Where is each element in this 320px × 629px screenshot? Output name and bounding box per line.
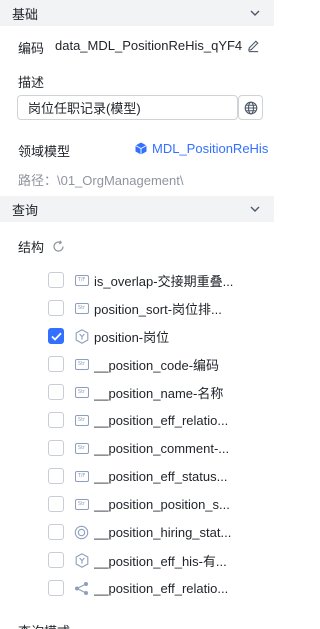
- refresh-icon[interactable]: [52, 240, 65, 253]
- code-value: data_MDL_PositionReHis_qYF4: [55, 38, 243, 53]
- edit-icon[interactable]: [246, 38, 261, 53]
- field-name: __position_hiring_stat...: [94, 524, 232, 540]
- field-row[interactable]: T/F is_overlap-交接期重叠...: [48, 270, 268, 290]
- query-mode-label: 查询模式: [18, 621, 70, 629]
- field-checkbox[interactable]: [48, 412, 64, 428]
- enum-circle-icon: [74, 525, 89, 540]
- domain-model-label: 领域模型: [18, 144, 71, 159]
- field-row[interactable]: T/F __position_eff_status...: [48, 466, 268, 486]
- type-badge: Str: [74, 302, 89, 314]
- structure-label-row: 结构: [18, 237, 65, 256]
- query-section-header[interactable]: 查询: [0, 196, 274, 222]
- field-row[interactable]: Str __position_eff_relatio...: [48, 410, 268, 430]
- field-name: is_overlap-交接期重叠...: [94, 273, 234, 289]
- path-text: 路径：\01_OrgManagement\: [18, 173, 184, 188]
- field-row[interactable]: Str __position_name-名称: [48, 382, 268, 402]
- field-row[interactable]: Str __position_code-编码: [48, 354, 268, 374]
- field-row[interactable]: __position_eff_his-有...: [48, 550, 268, 570]
- type-badge: T/F: [74, 274, 89, 286]
- field-checkbox[interactable]: [48, 356, 64, 372]
- chevron-down-icon[interactable]: [248, 202, 262, 216]
- description-input[interactable]: 岗位任职记录(模型): [17, 95, 238, 120]
- basics-section-header[interactable]: 基础: [0, 0, 274, 26]
- basics-section-title: 基础: [12, 6, 39, 22]
- description-value: 岗位任职记录(模型): [28, 101, 141, 116]
- field-name: __position_eff_relatio...: [94, 412, 229, 428]
- field-name: __position_position_s...: [94, 496, 230, 512]
- field-name: position-岗位: [94, 329, 170, 345]
- chevron-down-icon[interactable]: [248, 6, 262, 20]
- type-badge: Str: [74, 386, 89, 398]
- field-name: __position_code-编码: [94, 357, 220, 373]
- field-row[interactable]: __position_hiring_stat...: [48, 522, 268, 542]
- field-row[interactable]: __position_eff_relatio...: [48, 578, 268, 598]
- string-type-icon: Str: [74, 497, 89, 512]
- entity-hexagon-icon: [74, 552, 89, 568]
- tf-type-icon: T/F: [74, 273, 89, 288]
- code-label: 编码: [18, 41, 45, 56]
- domain-model-value: MDL_PositionReHis: [152, 141, 269, 156]
- string-type-icon: Str: [74, 441, 89, 456]
- checkmark-icon: [50, 332, 62, 341]
- string-type-icon: Str: [74, 357, 89, 372]
- field-checkbox[interactable]: [48, 524, 64, 540]
- field-checkbox[interactable]: [48, 496, 64, 512]
- string-type-icon: Str: [74, 385, 89, 400]
- description-label: 描述: [18, 75, 45, 90]
- field-checkbox[interactable]: [48, 328, 64, 344]
- field-name: __position_eff_his-有...: [94, 553, 227, 569]
- field-row[interactable]: position-岗位: [48, 326, 268, 346]
- field-checkbox[interactable]: [48, 580, 64, 596]
- query-section-title: 查询: [12, 202, 39, 218]
- structure-label: 结构: [18, 240, 45, 255]
- type-badge: Str: [74, 358, 89, 370]
- type-badge: Str: [74, 414, 89, 426]
- field-name: __position_comment-...: [94, 440, 230, 456]
- translate-button[interactable]: [238, 95, 263, 120]
- field-name: __position_eff_relatio...: [94, 580, 229, 596]
- field-name: __position_eff_status...: [94, 468, 228, 484]
- type-badge: Str: [74, 498, 89, 510]
- field-checkbox[interactable]: [48, 468, 64, 484]
- field-checkbox[interactable]: [48, 552, 64, 568]
- field-checkbox[interactable]: [48, 440, 64, 456]
- field-row[interactable]: Str __position_comment-...: [48, 438, 268, 458]
- entity-hexagon-icon: [74, 328, 89, 344]
- field-row[interactable]: Str __position_position_s...: [48, 494, 268, 514]
- field-name: position_sort-岗位排...: [94, 301, 222, 317]
- field-name: __position_name-名称: [94, 385, 224, 401]
- field-checkbox[interactable]: [48, 272, 64, 288]
- cube-icon: [135, 142, 147, 155]
- tf-type-icon: T/F: [74, 469, 89, 484]
- string-type-icon: Str: [74, 413, 89, 428]
- string-type-icon: Str: [74, 301, 89, 316]
- field-row[interactable]: Str position_sort-岗位排...: [48, 298, 268, 318]
- relation-share-icon: [74, 581, 89, 596]
- domain-model-link[interactable]: MDL_PositionReHis: [135, 141, 268, 156]
- field-checkbox[interactable]: [48, 300, 64, 316]
- type-badge: T/F: [74, 470, 89, 482]
- field-checkbox[interactable]: [48, 384, 64, 400]
- globe-icon: [244, 101, 257, 114]
- type-badge: Str: [74, 442, 89, 454]
